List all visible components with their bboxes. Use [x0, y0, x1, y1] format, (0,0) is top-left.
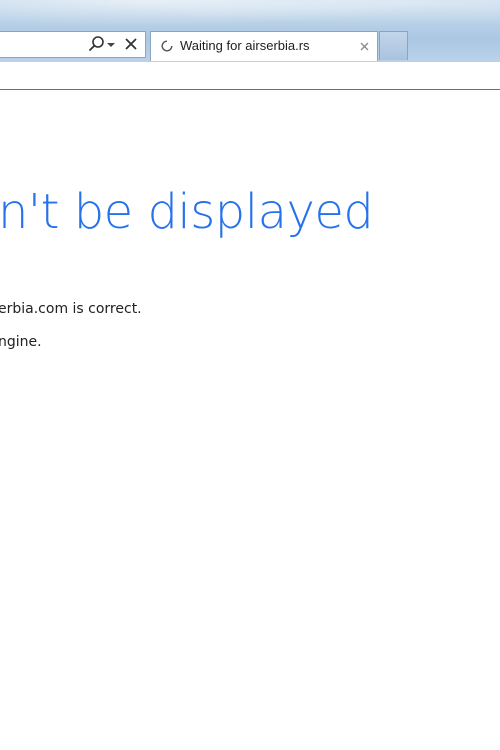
search-icon[interactable]: [88, 35, 106, 53]
error-suggestion-1: erbia.com is correct.: [0, 301, 142, 317]
tab-close-icon[interactable]: [359, 41, 370, 52]
command-bar: [0, 61, 500, 90]
chevron-down-icon[interactable]: [107, 41, 115, 49]
title-bar: [0, 0, 500, 30]
browser-chrome: Waiting for airserbia.rs: [0, 0, 500, 64]
address-bar[interactable]: [0, 31, 146, 58]
tab-active[interactable]: Waiting for airserbia.rs: [150, 31, 378, 61]
error-suggestion-2: ngine.: [0, 334, 42, 350]
close-icon[interactable]: [122, 35, 140, 53]
loading-spinner-icon: [161, 40, 173, 52]
tab-title: Waiting for airserbia.rs: [180, 38, 310, 53]
error-headline: n't be displayed: [0, 184, 374, 240]
new-tab-button[interactable]: [379, 31, 408, 60]
